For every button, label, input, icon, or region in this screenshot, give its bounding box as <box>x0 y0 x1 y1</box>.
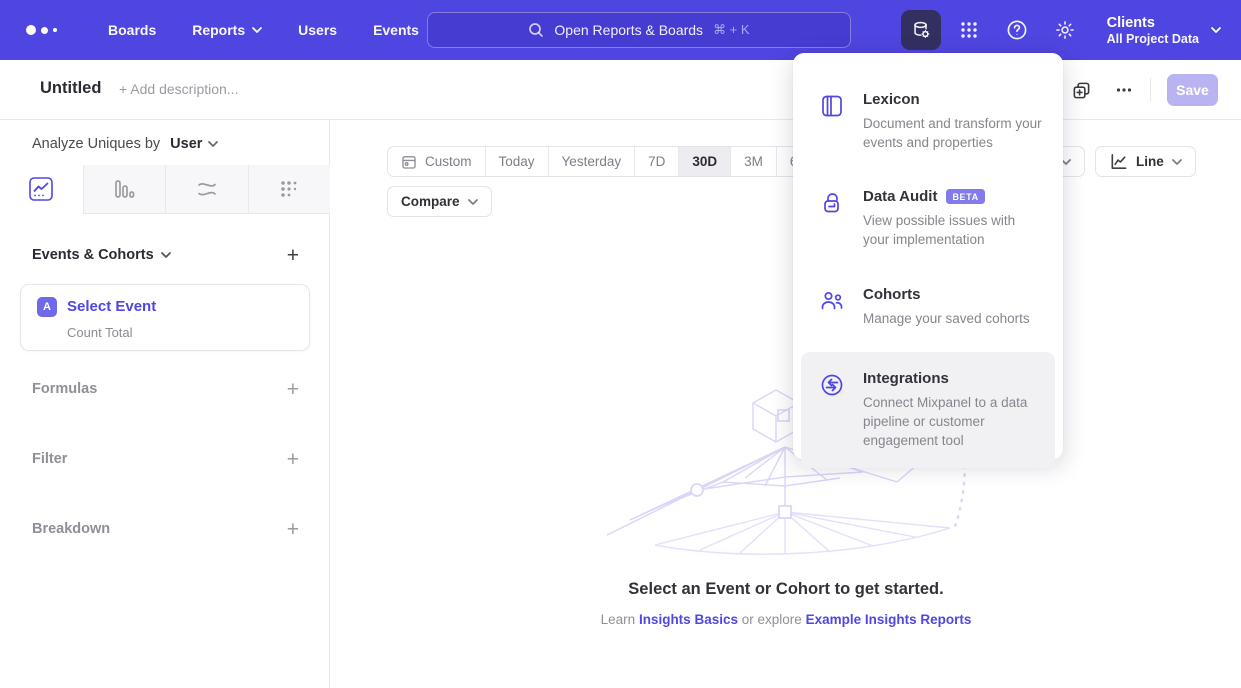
chevron-down-icon <box>161 252 171 258</box>
beta-badge: BETA <box>946 189 984 204</box>
calendar-icon <box>401 154 417 170</box>
flows-icon <box>195 177 219 201</box>
bar-chart-icon <box>112 177 136 201</box>
data-management-button[interactable] <box>901 10 941 50</box>
apps-grid-button[interactable] <box>949 10 989 50</box>
filter-section: Filter + <box>32 446 299 472</box>
date-range-7d[interactable]: 7D <box>634 147 678 176</box>
date-range-custom[interactable]: Custom <box>388 147 485 176</box>
save-button[interactable]: Save <box>1167 74 1218 106</box>
data-management-menu: Lexicon Document and transform your even… <box>793 53 1063 460</box>
mixpanel-logo[interactable] <box>26 25 72 35</box>
menu-item-data-audit[interactable]: Data AuditBETA View possible issues with… <box>793 170 1063 267</box>
date-range-control: Custom Today Yesterday 7D 30D 3M 6M <box>387 146 823 177</box>
header-divider <box>1150 78 1151 102</box>
add-event-button[interactable]: + <box>287 245 299 266</box>
nav-item-users[interactable]: Users <box>298 22 337 38</box>
compare-dropdown[interactable]: Compare <box>387 186 492 217</box>
chart-style-dropdown[interactable]: Line <box>1095 146 1196 177</box>
menu-item-integrations[interactable]: Integrations Connect Mixpanel to a data … <box>801 352 1055 468</box>
chevron-down-icon <box>1172 159 1182 165</box>
tab-bar-chart[interactable] <box>83 165 166 214</box>
global-search-input[interactable]: Open Reports & Boards ⌘ + K <box>427 12 851 48</box>
insights-line-icon <box>28 176 54 202</box>
settings-button[interactable] <box>1045 10 1085 50</box>
empty-state-title: Select an Event or Cohort to get started… <box>331 580 1241 599</box>
date-range-3m[interactable]: 3M <box>730 147 776 176</box>
nav-item-events[interactable]: Events <box>373 22 419 38</box>
date-range-today[interactable]: Today <box>485 147 548 176</box>
analyze-uniques-dropdown[interactable]: Analyze Uniques by User <box>32 132 218 156</box>
nav-item-reports[interactable]: Reports <box>192 22 262 38</box>
top-nav: Boards Reports Users Events Open Reports… <box>0 0 1241 60</box>
help-button[interactable] <box>997 10 1037 50</box>
line-chart-icon <box>1109 152 1128 171</box>
retention-dots-icon <box>277 177 301 201</box>
tab-insights[interactable] <box>0 165 83 214</box>
settings-gear-icon <box>1054 19 1076 41</box>
people-icon <box>819 286 849 328</box>
search-shortcut: ⌘ + K <box>713 22 750 38</box>
more-ellipsis-icon <box>1115 81 1133 99</box>
add-breakdown-button[interactable]: + <box>287 519 299 540</box>
add-formula-button[interactable]: + <box>287 379 299 400</box>
lock-audit-icon <box>819 188 849 249</box>
select-event-button[interactable]: Select Event <box>67 298 156 315</box>
add-filter-button[interactable]: + <box>287 449 299 470</box>
chevron-down-icon <box>468 199 478 205</box>
event-card[interactable]: A Select Event Count Total <box>20 284 310 351</box>
empty-state-hint: Learn Insights Basics or explore Example… <box>331 612 1241 627</box>
chevron-down-icon <box>208 141 218 147</box>
chart-type-tabs <box>0 165 330 214</box>
insights-basics-link[interactable]: Insights Basics <box>639 612 738 627</box>
book-icon <box>819 91 849 152</box>
tab-retention[interactable] <box>248 165 331 214</box>
add-description-field[interactable]: + Add description... <box>119 81 238 97</box>
help-icon <box>1006 19 1028 41</box>
project-name: Clients <box>1107 14 1199 32</box>
project-scope: All Project Data <box>1107 32 1199 46</box>
date-range-30d[interactable]: 30D <box>678 147 730 176</box>
example-insights-reports-link[interactable]: Example Insights Reports <box>806 612 972 627</box>
tab-flows[interactable] <box>165 165 248 214</box>
formulas-section: Formulas + <box>32 376 299 402</box>
report-title[interactable]: Untitled <box>40 79 101 98</box>
count-total-dropdown[interactable]: Count Total <box>67 325 133 340</box>
sync-arrows-icon <box>819 370 849 450</box>
duplicate-icon <box>1072 81 1091 100</box>
search-placeholder: Open Reports & Boards <box>554 22 703 38</box>
chevron-down-icon <box>1211 27 1221 33</box>
nav-links: Boards Reports Users Events <box>108 22 419 38</box>
nav-right: Clients All Project Data <box>901 0 1221 60</box>
analyze-value: User <box>170 136 202 152</box>
more-options-button[interactable] <box>1108 74 1140 106</box>
events-cohorts-dropdown[interactable]: Events & Cohorts <box>32 247 171 263</box>
apps-grid-icon <box>959 20 979 40</box>
database-gear-icon <box>910 19 932 41</box>
chevron-down-icon <box>252 27 262 33</box>
project-selector[interactable]: Clients All Project Data <box>1107 14 1221 46</box>
date-range-yesterday[interactable]: Yesterday <box>548 147 635 176</box>
breakdown-section: Breakdown + <box>32 516 299 542</box>
events-cohorts-section: Events & Cohorts + <box>32 242 299 268</box>
menu-item-lexicon[interactable]: Lexicon Document and transform your even… <box>793 73 1063 170</box>
event-series-badge: A <box>37 297 57 317</box>
menu-item-cohorts[interactable]: Cohorts Manage your saved cohorts <box>793 268 1063 346</box>
search-icon <box>528 22 544 38</box>
duplicate-button[interactable] <box>1065 74 1097 106</box>
query-builder-sidebar: Analyze Uniques by User <box>0 120 330 688</box>
nav-item-boards[interactable]: Boards <box>108 22 156 38</box>
